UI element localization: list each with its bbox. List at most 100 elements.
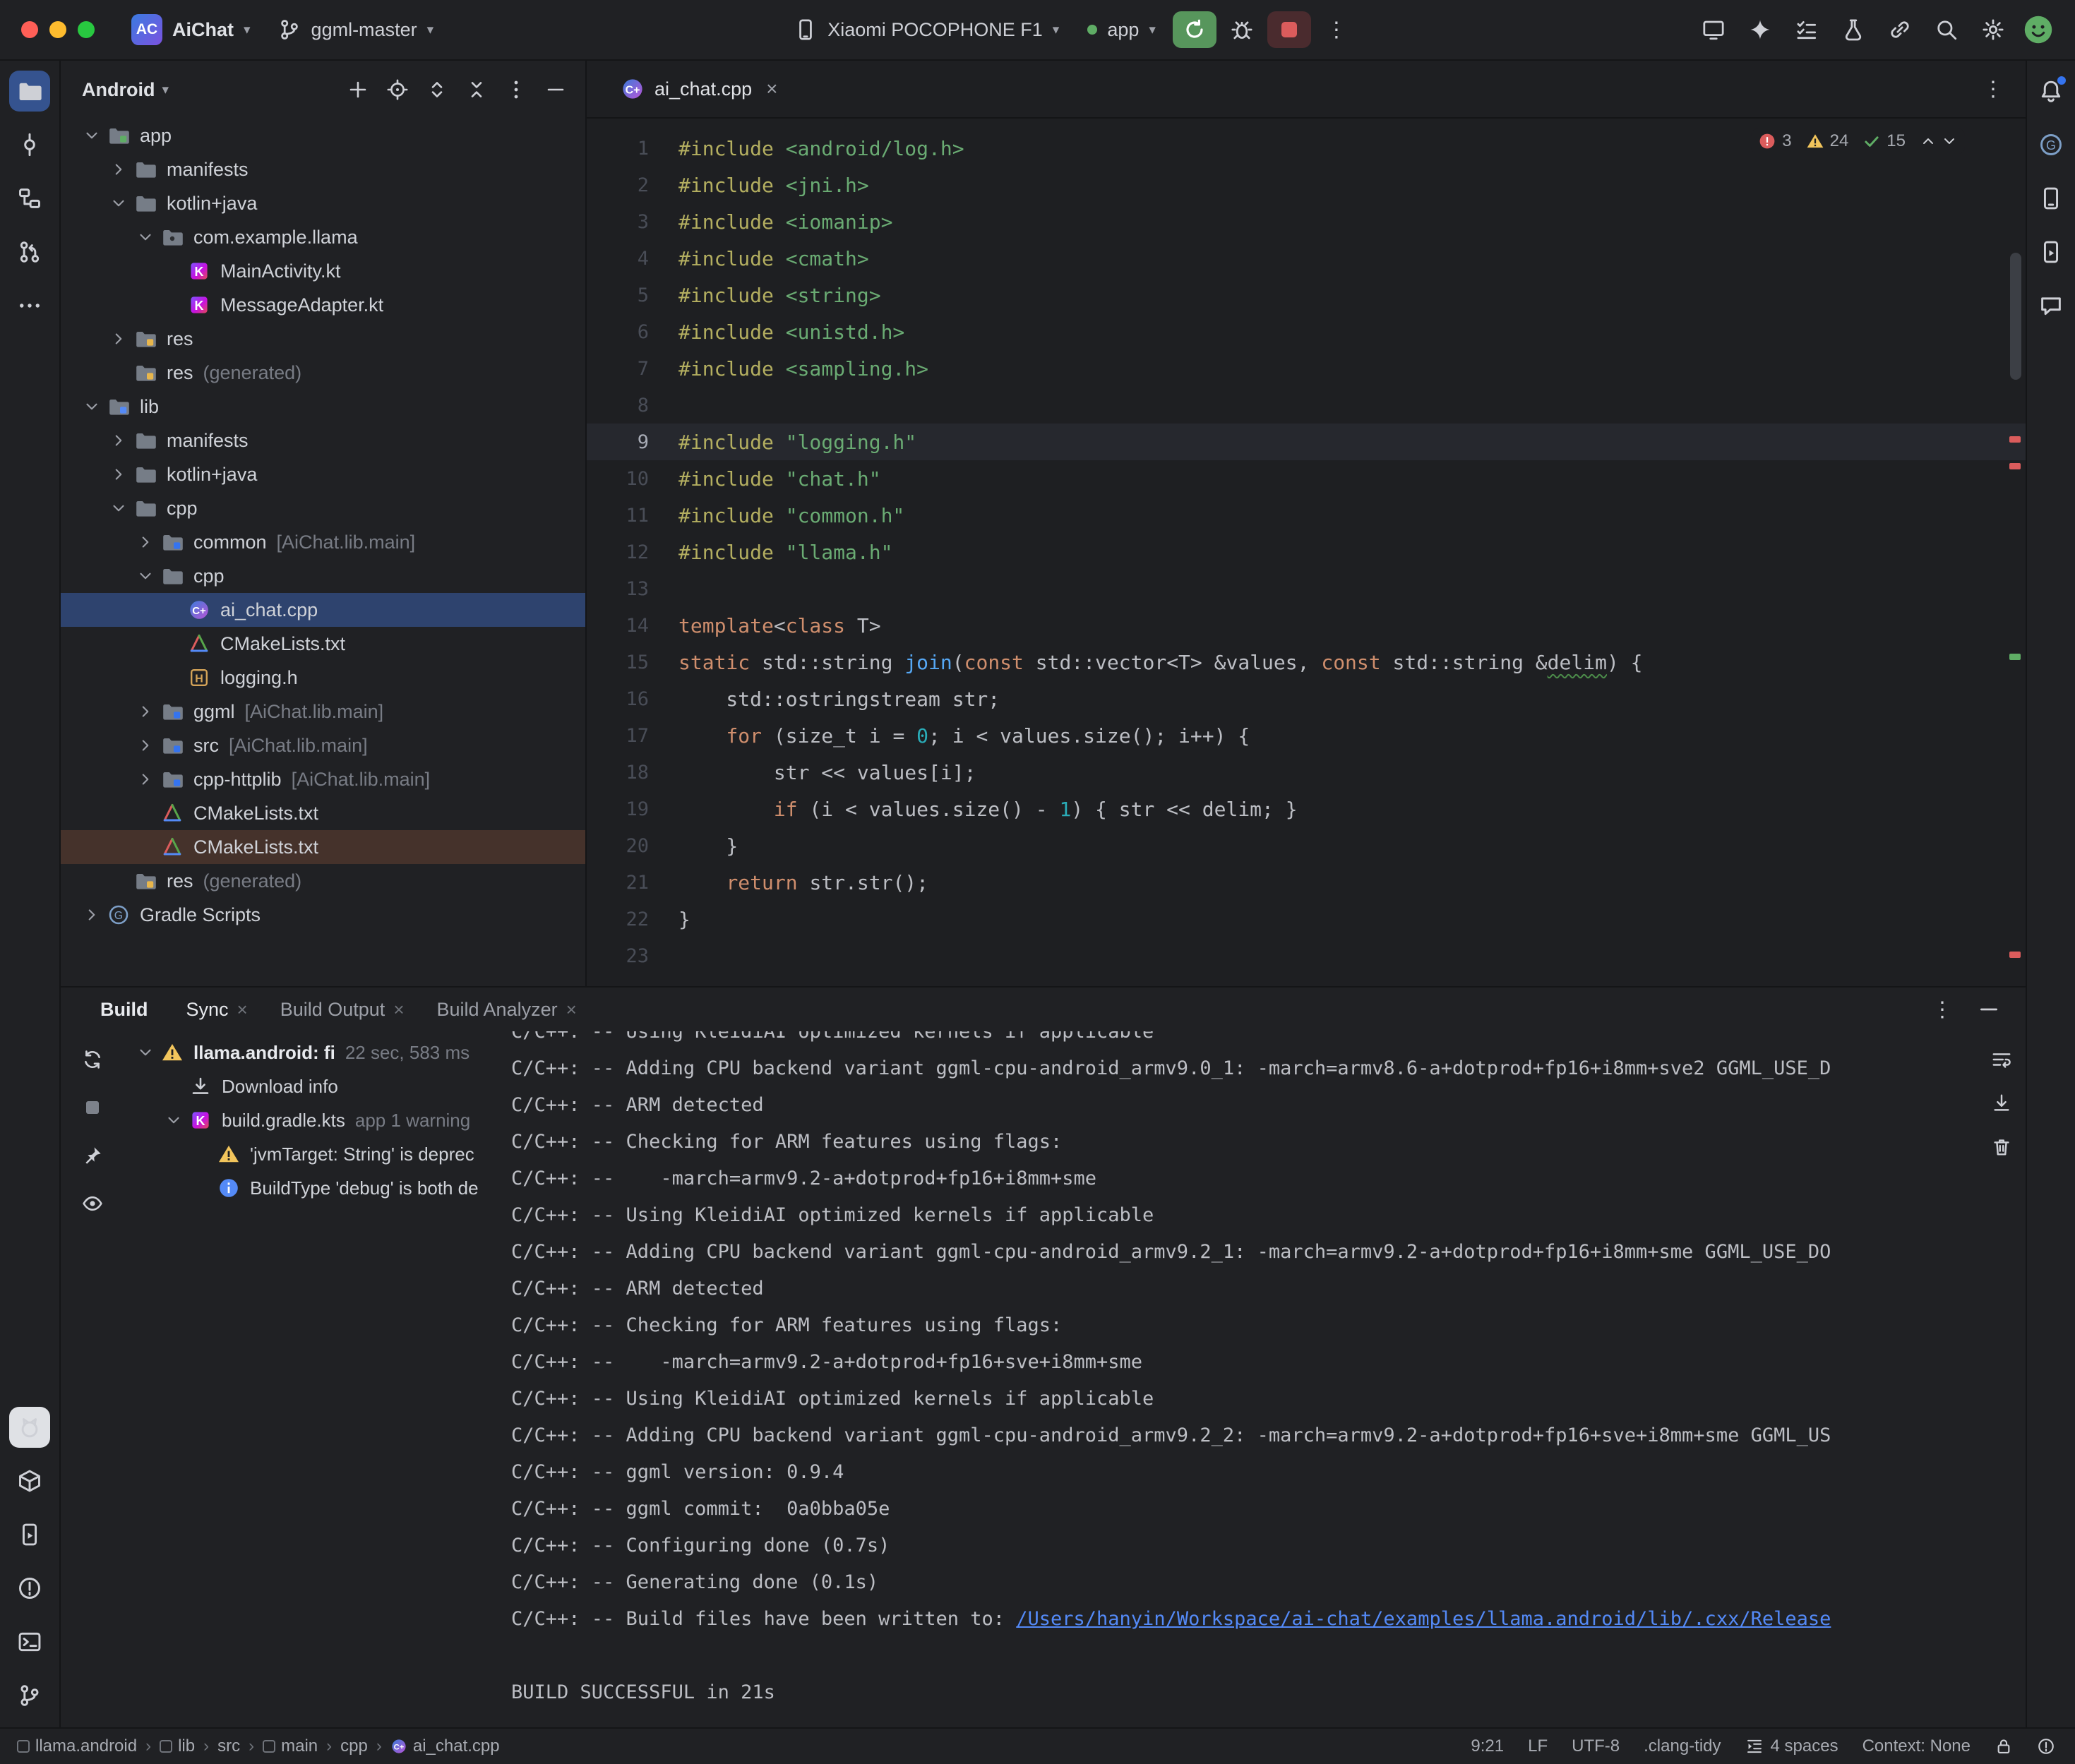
tree-item-cpp-httplib[interactable]: cpp-httplib[AiChat.lib.main] [61, 762, 585, 796]
chevron-icon[interactable] [133, 567, 158, 585]
file-lock-widget[interactable] [1995, 1737, 2013, 1756]
code-area[interactable]: 1#include <android/log.h>2#include <jni.… [587, 119, 2026, 986]
tree-item-cmakelists-txt[interactable]: CMakeLists.txt [61, 627, 585, 661]
code-line-22[interactable]: 22} [587, 901, 2026, 937]
chevron-icon[interactable] [133, 533, 158, 551]
stop-button[interactable] [74, 1089, 111, 1126]
line-separator-widget[interactable]: LF [1528, 1736, 1548, 1756]
chevron-icon[interactable] [106, 431, 131, 450]
chevron-icon[interactable] [79, 126, 104, 145]
tree-item-download-info[interactable]: Download info [124, 1069, 506, 1103]
tree-item-kotlin-java[interactable]: kotlin+java [61, 186, 585, 220]
code-line-3[interactable]: 3#include <iomanip> [587, 203, 2026, 240]
tool-button-app-inspection[interactable] [9, 1460, 50, 1501]
tree-item-manifests[interactable]: manifests [61, 424, 585, 457]
editor-options-button[interactable]: ⋮ [1973, 69, 2013, 109]
tree-item-src[interactable]: src[AiChat.lib.main] [61, 728, 585, 762]
close-tab-icon[interactable]: × [766, 78, 777, 100]
tree-item-buildtype-debug-is-both-de[interactable]: BuildType 'debug' is both de [124, 1171, 506, 1205]
chevron-icon[interactable] [106, 465, 131, 484]
errors-count[interactable]: 3 [1758, 131, 1791, 151]
breadcrumb-item-llama-android[interactable]: llama.android [17, 1736, 137, 1756]
tree-item-build-gradle-kts[interactable]: Kbuild.gradle.ktsapp 1 warning [124, 1103, 506, 1137]
close-window-button[interactable] [21, 21, 38, 38]
device-selector[interactable]: Xiaomi POCOPHONE F1 ▾ [782, 12, 1070, 47]
chevron-icon[interactable] [106, 160, 131, 179]
editor-tab-ai-chat-cpp[interactable]: C+ ai_chat.cpp × [605, 61, 793, 117]
attach-debugger-button[interactable] [1880, 10, 1920, 49]
code-line-19[interactable]: 19 if (i < values.size() - 1) { str << d… [587, 791, 2026, 827]
breadcrumb-item-ai-chat-cpp[interactable]: C+ai_chat.cpp [390, 1736, 500, 1756]
instrumented-tests-button[interactable] [1834, 10, 1873, 49]
tree-item-jvmtarget-string-is-deprec[interactable]: 'jvmTarget: String' is deprec [124, 1137, 506, 1171]
expand-all-button[interactable] [420, 73, 454, 107]
tree-item-logging-h[interactable]: Hlogging.h [61, 661, 585, 695]
collapse-all-button[interactable] [460, 73, 494, 107]
pin-tab-button[interactable] [74, 1137, 111, 1174]
code-line-10[interactable]: 10#include "chat.h" [587, 460, 2026, 497]
hide-build-panel-button[interactable] [1969, 990, 2009, 1029]
tool-button-version-control[interactable] [9, 1675, 50, 1716]
tree-item-lib[interactable]: lib [61, 390, 585, 424]
run-configuration-selector[interactable]: app ▾ [1076, 13, 1167, 47]
code-line-18[interactable]: 18 str << values[i]; [587, 754, 2026, 791]
debug-button[interactable] [1222, 10, 1262, 49]
chevron-icon[interactable] [133, 770, 158, 788]
tree-item-res[interactable]: res(generated) [61, 864, 585, 898]
code-line-5[interactable]: 5#include <string> [587, 277, 2026, 313]
chevron-icon[interactable] [133, 702, 158, 721]
chevron-icon[interactable] [161, 1111, 186, 1129]
code-line-15[interactable]: 15static std::string join(const std::vec… [587, 644, 2026, 680]
stop-button[interactable] [1267, 11, 1311, 48]
inspections-widget[interactable]: 3 24 15 [1751, 128, 1965, 154]
project-view-selector[interactable]: Android [82, 79, 155, 101]
tree-item-mainactivity-kt[interactable]: KMainActivity.kt [61, 254, 585, 288]
code-line-8[interactable]: 8 [587, 387, 2026, 424]
tool-button-pull-requests[interactable] [9, 232, 50, 272]
code-line-16[interactable]: 16 std::ostringstream str; [587, 680, 2026, 717]
breadcrumb-item-src[interactable]: src [217, 1736, 240, 1756]
tool-button-structure[interactable] [9, 178, 50, 219]
tool-button-project[interactable] [9, 71, 50, 112]
tool-button-logcat[interactable] [9, 1407, 50, 1448]
breadcrumb-item-cpp[interactable]: cpp [340, 1736, 368, 1756]
tool-button-running-devices-mirror[interactable] [2031, 232, 2071, 272]
tree-item-cmakelists-txt[interactable]: CMakeLists.txt [61, 796, 585, 830]
build-tab-sync[interactable]: Sync× [174, 993, 261, 1026]
scroll-to-end-button[interactable] [1986, 1088, 2017, 1119]
build-console[interactable]: C/C++: -- Using KleidiAI optimized kerne… [506, 1031, 2026, 1727]
chevron-icon[interactable] [106, 194, 131, 212]
passed-count[interactable]: 15 [1862, 131, 1906, 151]
code-line-23[interactable]: 23 [587, 937, 2026, 974]
tool-button-problems[interactable] [9, 1568, 50, 1609]
hide-panel-button[interactable] [539, 73, 573, 107]
breadcrumb-item-lib[interactable]: lib [160, 1736, 195, 1756]
previous-issue-icon[interactable] [1920, 133, 1937, 150]
device-streaming-button[interactable] [1694, 10, 1733, 49]
code-line-6[interactable]: 6#include <unistd.h> [587, 313, 2026, 350]
minimize-window-button[interactable] [49, 21, 66, 38]
editor-scrollbar[interactable] [2006, 119, 2026, 986]
code-line-11[interactable]: 11#include "common.h" [587, 497, 2026, 534]
clear-all-button[interactable] [1986, 1132, 2017, 1163]
code-line-4[interactable]: 4#include <cmath> [587, 240, 2026, 277]
add-button[interactable] [341, 73, 375, 107]
build-tab-build-analyzer[interactable]: Build Analyzer× [424, 993, 590, 1026]
close-tab-icon[interactable]: × [566, 999, 577, 1021]
build-tab-build-output[interactable]: Build Output× [268, 993, 417, 1026]
re-sync-button[interactable] [74, 1041, 111, 1078]
breadcrumb-item-main[interactable]: main [263, 1736, 318, 1756]
vcs-branch-selector[interactable]: ggml-master ▾ [266, 12, 446, 47]
gemini-button[interactable] [1740, 10, 1780, 49]
tree-item-ai-chat-cpp[interactable]: C+ai_chat.cpp [61, 593, 585, 627]
code-line-9[interactable]: 9#include "logging.h" [587, 424, 2026, 460]
tree-item-gradle-scripts[interactable]: GGradle Scripts [61, 898, 585, 932]
tree-item-common[interactable]: common[AiChat.lib.main] [61, 525, 585, 559]
build-panel-title[interactable]: Build [100, 999, 148, 1021]
context-widget[interactable]: Context: None [1862, 1736, 1971, 1756]
status-notifications-widget[interactable] [2037, 1737, 2055, 1756]
code-line-13[interactable]: 13 [587, 570, 2026, 607]
code-line-17[interactable]: 17 for (size_t i = 0; i < values.size();… [587, 717, 2026, 754]
tool-button-notifications[interactable] [2031, 71, 2071, 112]
tool-button-gradle[interactable]: G [2031, 124, 2071, 165]
